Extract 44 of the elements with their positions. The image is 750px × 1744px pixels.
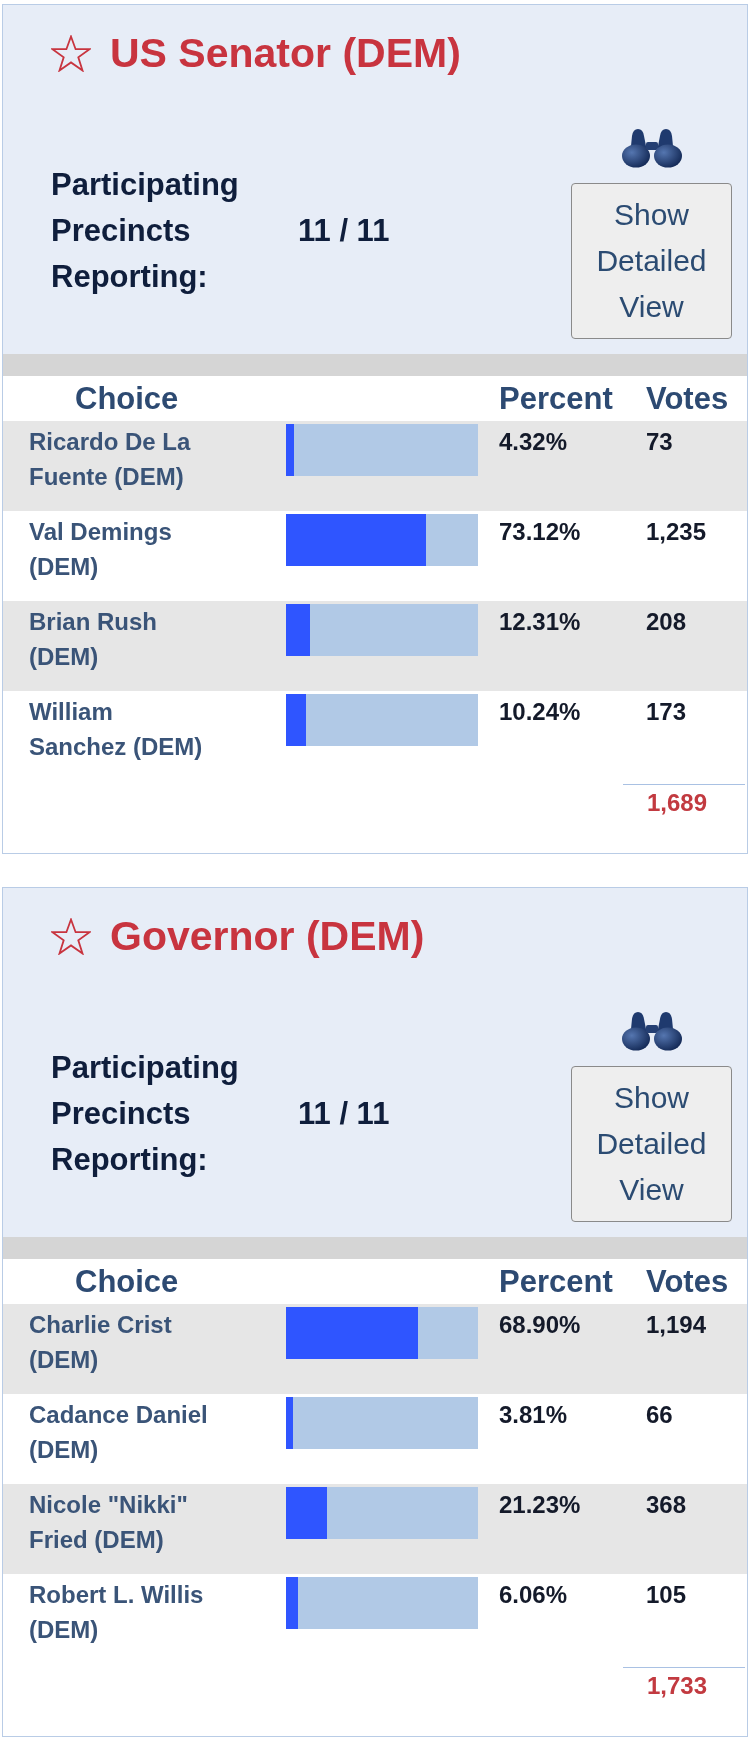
vote-total: 1,733 (647, 1672, 708, 1699)
candidate-name: Robert L. Willis (DEM) (29, 1580, 205, 1645)
vote-percent: 68.90% (499, 1311, 581, 1338)
column-header: Percent (499, 1264, 613, 1299)
candidate-name: Charlie Crist (DEM) (29, 1310, 173, 1375)
vote-percent: 12.31% (499, 608, 581, 635)
vote-count: 105 (646, 1581, 687, 1608)
vote-count: 1,235 (646, 518, 707, 545)
vote-count: 368 (646, 1491, 687, 1518)
column-header: Votes (646, 1264, 729, 1299)
precincts-count: 11 / 11 (298, 1095, 390, 1133)
vote-count: 73 (646, 428, 673, 455)
candidate-name: Cadance Daniel (DEM) (29, 1400, 209, 1465)
candidate-name: Nicole "Nikki" Fried (DEM) (29, 1490, 189, 1555)
candidate-name: Brian Rush (DEM) (29, 607, 158, 672)
candidate-name: Val Demings (DEM) (29, 517, 173, 582)
vote-total: 1,689 (647, 789, 708, 816)
race-title: Governor (DEM) (110, 912, 425, 961)
vote-count: 173 (646, 698, 687, 725)
binoculars-icon (620, 1011, 683, 1051)
vote-percent: 73.12% (499, 518, 581, 545)
column-header: Choice (75, 1264, 179, 1299)
detailed-view-button[interactable]: Show Detailed View (571, 183, 732, 339)
vote-count: 66 (646, 1401, 673, 1428)
vote-percent: 6.06% (499, 1581, 568, 1608)
precincts-label: Participating Precincts Reporting: (51, 1049, 240, 1179)
candidate-name: William Sanchez (DEM) (29, 697, 204, 762)
precincts-label: Participating Precincts Reporting: (51, 166, 240, 296)
vote-percent: 10.24% (499, 698, 581, 725)
star-icon[interactable] (51, 34, 91, 72)
vote-percent: 3.81% (499, 1401, 568, 1428)
column-header: Choice (75, 381, 179, 416)
precincts-count: 11 / 11 (298, 212, 390, 250)
vote-count: 1,194 (646, 1311, 707, 1338)
vote-count: 208 (646, 608, 687, 635)
vote-percent: 21.23% (499, 1491, 581, 1518)
vote-percent: 4.32% (499, 428, 568, 455)
detailed-view-button[interactable]: Show Detailed View (571, 1066, 732, 1222)
column-header: Votes (646, 381, 729, 416)
binoculars-icon (620, 128, 683, 168)
candidate-name: Ricardo De La Fuente (DEM) (29, 427, 192, 492)
race-title: US Senator (DEM) (110, 29, 461, 78)
column-header: Percent (499, 381, 613, 416)
star-icon[interactable] (51, 917, 91, 955)
